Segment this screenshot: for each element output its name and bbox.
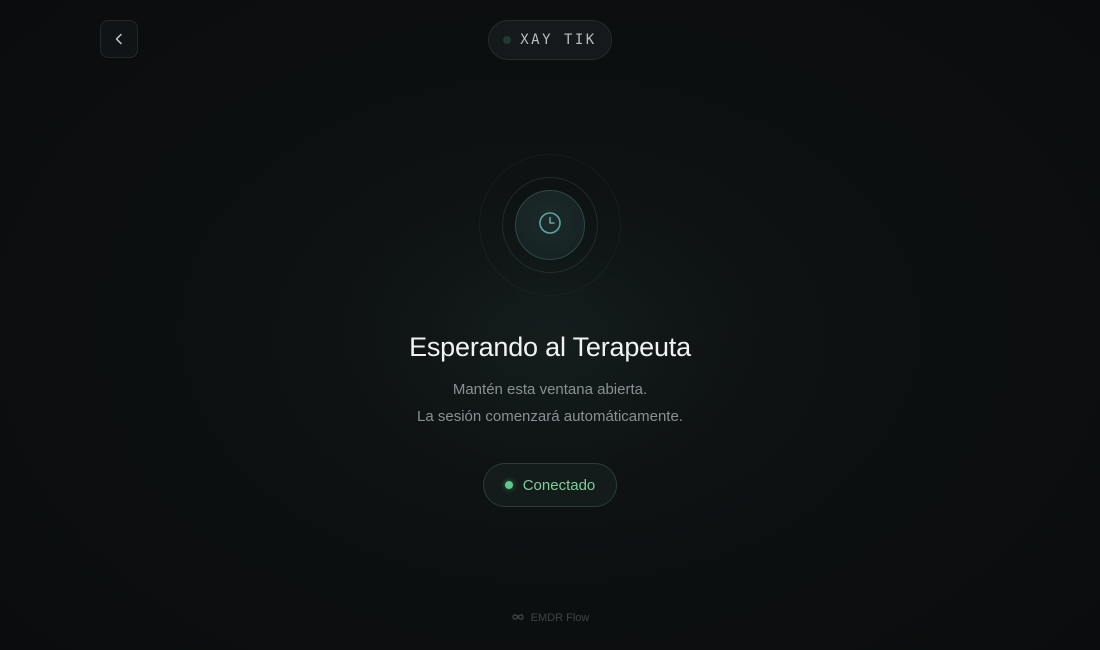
session-code-badge: XAY TIK: [488, 20, 612, 60]
chevron-left-icon: [112, 32, 126, 46]
connection-status-dot: [504, 481, 513, 489]
emblem-inner-circle: [515, 190, 585, 260]
footer-brand: EMDR Flow: [0, 609, 1100, 627]
connection-status-badge: Conectado: [483, 463, 617, 507]
connection-status-label: Conectado: [522, 476, 596, 494]
clock-icon: [537, 210, 563, 241]
back-button[interactable]: [100, 20, 138, 58]
session-status-dot: [503, 36, 512, 44]
waiting-screen: XAY TIK Esperando al Terapeuta Mantén es…: [0, 0, 1100, 650]
brand-name: EMDR Flow: [530, 612, 590, 624]
infinity-icon: [511, 609, 525, 627]
session-code: XAY TIK: [520, 32, 597, 48]
subtitle-line-1: Mantén esta ventana abierta.: [452, 381, 648, 398]
subtitle-line-2: La sesión comenzará automáticamente.: [417, 408, 683, 425]
page-title: Esperando al Terapeuta: [409, 332, 691, 362]
